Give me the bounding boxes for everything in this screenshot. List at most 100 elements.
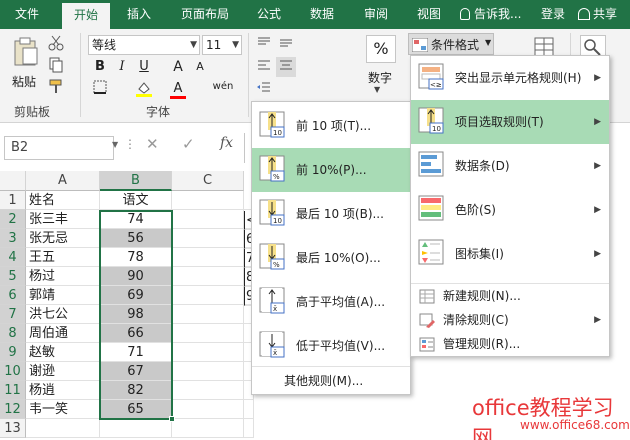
row-header[interactable]: 10 — [0, 362, 26, 381]
tab-formulas[interactable]: 公式 — [248, 0, 290, 29]
cell-name[interactable]: 王五 — [26, 248, 100, 267]
decrease-indent-icon[interactable] — [254, 79, 274, 99]
cell-empty[interactable] — [172, 324, 244, 343]
row-header[interactable]: 1 — [0, 191, 26, 210]
phonetic-button[interactable]: wén — [210, 77, 236, 97]
cell-empty[interactable] — [172, 381, 244, 400]
borders-icon[interactable] — [90, 79, 110, 99]
cut-icon[interactable] — [48, 35, 64, 51]
submenu-item[interactable]: % 最后 10%(O)... — [252, 236, 410, 280]
tab-review[interactable]: 审阅 — [354, 0, 398, 29]
tab-insert[interactable]: 插入 — [116, 0, 162, 29]
menu-item[interactable]: 色阶(S) ▶ — [411, 188, 609, 232]
fill-handle[interactable] — [169, 416, 175, 422]
row-header[interactable]: 6 — [0, 286, 26, 305]
row-header[interactable]: 8 — [0, 324, 26, 343]
cell-empty[interactable] — [172, 210, 244, 229]
menu-item[interactable]: <≥ 突出显示单元格规则(H) ▶ — [411, 56, 609, 100]
cell-name[interactable] — [26, 419, 100, 438]
row-header[interactable]: 12 — [0, 400, 26, 419]
cell-name[interactable]: 张三丰 — [26, 210, 100, 229]
cell-empty[interactable] — [172, 362, 244, 381]
cell-name[interactable]: 郭靖 — [26, 286, 100, 305]
column-header-b[interactable]: B — [100, 171, 172, 191]
tab-page-layout[interactable]: 页面布局 — [170, 0, 240, 29]
cell-empty[interactable] — [172, 229, 244, 248]
name-box[interactable]: B2 — [4, 136, 114, 160]
cell-empty[interactable] — [172, 248, 244, 267]
row-header[interactable]: 5 — [0, 267, 26, 286]
align-center-icon[interactable] — [276, 57, 296, 77]
submenu-item[interactable]: 10 前 10 项(T)... — [252, 104, 410, 148]
font-color-button[interactable]: A — [168, 79, 188, 99]
login-button[interactable]: 登录 — [536, 0, 570, 29]
shrink-font-button[interactable]: A — [190, 57, 210, 77]
row-header[interactable]: 2 — [0, 210, 26, 229]
column-header-c[interactable]: C — [172, 171, 244, 191]
conditional-format-button[interactable]: 条件格式 ▼ — [408, 33, 494, 55]
insert-function-button[interactable]: fx — [220, 135, 233, 151]
row-header[interactable]: 4 — [0, 248, 26, 267]
menu-item[interactable]: 新建规则(N)... — [411, 285, 609, 308]
cell-empty[interactable] — [172, 305, 244, 324]
menu-item[interactable]: 10 项目选取规则(T) ▶ — [411, 100, 609, 144]
tab-file[interactable]: 文件 — [2, 0, 52, 29]
cell-empty[interactable] — [172, 419, 244, 438]
enter-icon[interactable]: ✓ — [182, 135, 195, 153]
submenu-item[interactable]: x̄ 低于平均值(V)... — [252, 324, 410, 368]
cell-name[interactable]: 周伯通 — [26, 324, 100, 343]
cell-name[interactable]: 姓名 — [26, 191, 100, 210]
more-rules-item[interactable]: 其他规则(M)... — [284, 370, 363, 392]
menu-item[interactable]: 图标集(I) ▶ — [411, 232, 609, 276]
cancel-icon[interactable]: ✕ — [146, 135, 159, 153]
align-left-icon[interactable] — [254, 57, 274, 77]
submenu-item[interactable]: % 前 10%(P)... — [252, 148, 410, 192]
row-header[interactable]: 3 — [0, 229, 26, 248]
cell-empty[interactable] — [172, 343, 244, 362]
tab-data[interactable]: 数据 — [300, 0, 344, 29]
cell-empty[interactable] — [172, 286, 244, 305]
cell-empty[interactable] — [244, 400, 254, 419]
grow-font-button[interactable]: A — [168, 57, 188, 77]
format-painter-icon[interactable] — [48, 79, 64, 95]
share-button[interactable]: 共享 — [578, 0, 628, 29]
menu-item[interactable]: 管理规则(R)... — [411, 333, 609, 356]
row-header[interactable]: 9 — [0, 343, 26, 362]
cell-name[interactable]: 洪七公 — [26, 305, 100, 324]
font-name-combo[interactable]: 等线 ▼ — [88, 35, 200, 55]
row-header[interactable]: 11 — [0, 381, 26, 400]
row-header[interactable]: 7 — [0, 305, 26, 324]
select-all-corner[interactable] — [0, 171, 26, 191]
menu-item[interactable]: 清除规则(C) ▶ — [411, 309, 609, 332]
menu-item[interactable]: 数据条(D) ▶ — [411, 144, 609, 188]
cell-name[interactable]: 赵敏 — [26, 343, 100, 362]
cell-empty[interactable] — [172, 267, 244, 286]
number-format-button[interactable]: % — [366, 35, 396, 63]
cell-empty[interactable] — [172, 400, 244, 419]
cell-empty[interactable] — [172, 191, 244, 210]
copy-icon[interactable] — [48, 57, 64, 73]
cell-name[interactable]: 张无忌 — [26, 229, 100, 248]
cell-score[interactable] — [100, 419, 172, 438]
cell-name[interactable]: 韦一笑 — [26, 400, 100, 419]
fill-color-icon[interactable] — [134, 79, 154, 99]
column-header-a[interactable]: A — [26, 171, 100, 191]
cell-name[interactable]: 谢逊 — [26, 362, 100, 381]
tab-home[interactable]: 开始 — [62, 3, 110, 29]
submenu-item[interactable]: x̄ 高于平均值(A)... — [252, 280, 410, 324]
cell-name[interactable]: 杨过 — [26, 267, 100, 286]
align-middle-icon[interactable] — [276, 35, 296, 55]
submenu-item[interactable]: 10 最后 10 项(B)... — [252, 192, 410, 236]
tell-me-box[interactable]: 告诉我... — [460, 0, 532, 29]
row-header[interactable]: 13 — [0, 419, 26, 438]
align-top-icon[interactable] — [254, 35, 274, 55]
cell-name[interactable]: 杨逍 — [26, 381, 100, 400]
cell-empty[interactable] — [244, 419, 254, 438]
bold-button[interactable]: B — [90, 57, 110, 77]
italic-button[interactable]: I — [112, 57, 132, 77]
paste-button[interactable]: 粘贴 — [8, 35, 42, 93]
tab-view[interactable]: 视图 — [408, 0, 450, 29]
underline-button[interactable]: U — [134, 57, 154, 77]
cell-score[interactable]: 语文 — [100, 191, 172, 210]
font-size-combo[interactable]: 11 ▼ — [202, 35, 242, 55]
